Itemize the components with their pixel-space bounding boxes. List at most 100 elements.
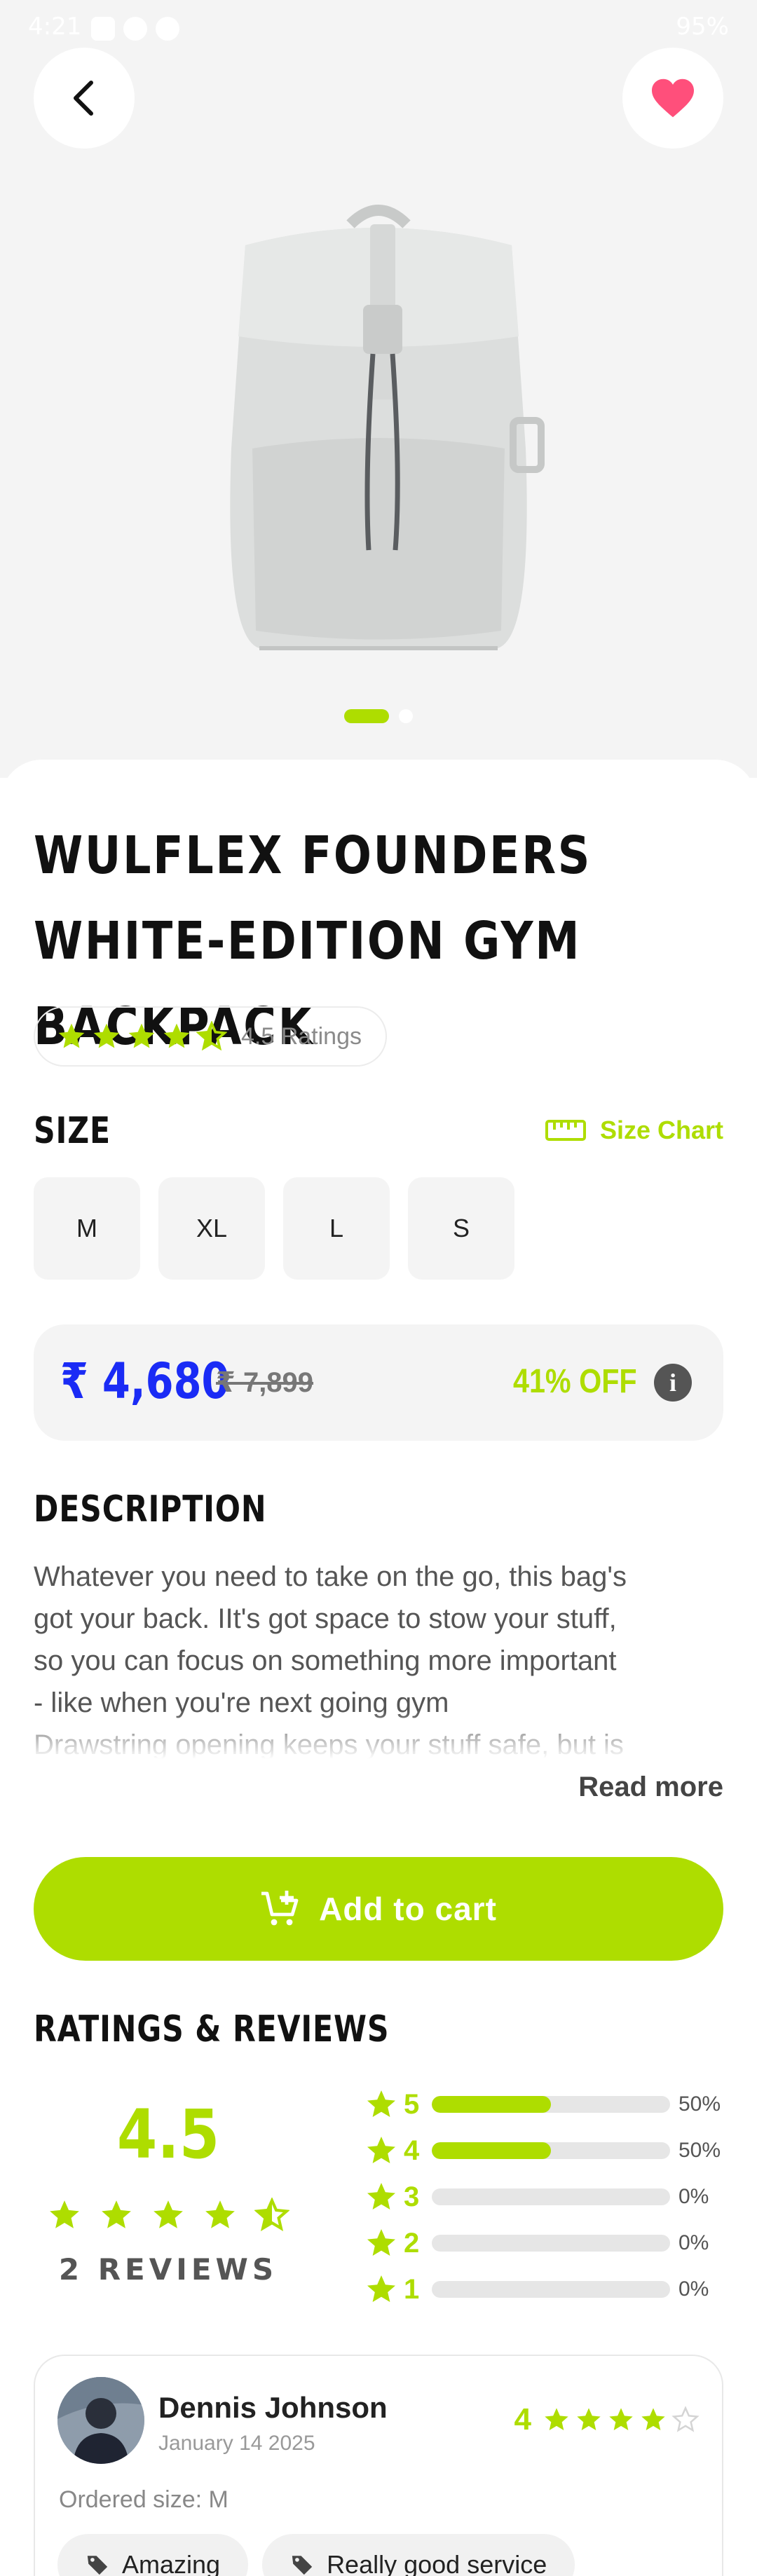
- rating-breakdown-row: 3 0%: [364, 2174, 729, 2220]
- review-score-value: 4: [514, 2402, 531, 2437]
- review-tag[interactable]: Amazing: [57, 2534, 249, 2576]
- star-icon: [93, 1023, 120, 1048]
- rating-percent: 0%: [678, 2277, 709, 2301]
- average-rating-stars: [34, 2198, 303, 2233]
- description-heading: DESCRIPTION: [34, 1488, 267, 1530]
- review-card[interactable]: Dennis Johnson January 14 2025 4 Ordered…: [34, 2355, 723, 2576]
- star-icon: [545, 2408, 568, 2430]
- ordered-size: Ordered size: M: [59, 2486, 229, 2513]
- review-tags: Amazing Really good service: [57, 2534, 575, 2576]
- star-icon: [641, 2408, 665, 2430]
- star-level: 5: [404, 2088, 420, 2120]
- rating-bar-fill: [432, 2096, 551, 2113]
- star-level: 4: [404, 2135, 420, 2166]
- star-icon: [577, 2408, 601, 2430]
- app-notification-icon: [156, 17, 179, 41]
- ruler-icon: [545, 1120, 586, 1141]
- tag-icon: [87, 2556, 108, 2575]
- size-options: M XL L S: [34, 1177, 514, 1280]
- favorite-button[interactable]: [622, 48, 723, 149]
- average-rating-block: 4.5 2 REVIEWS: [34, 2095, 303, 2287]
- app-notification-icon: [123, 17, 147, 41]
- rating-bar-track: [432, 2096, 670, 2113]
- review-tag[interactable]: Really good service: [262, 2534, 575, 2576]
- add-to-cart-label: Add to cart: [319, 1891, 497, 1927]
- add-to-cart-button[interactable]: Add to cart: [34, 1857, 723, 1961]
- info-icon[interactable]: i: [654, 1364, 692, 1402]
- star-icon: [367, 2183, 395, 2210]
- back-button[interactable]: [34, 48, 135, 149]
- heart-icon: [652, 78, 694, 118]
- size-chart-link[interactable]: Size Chart: [545, 1116, 723, 1145]
- size-chart-label: Size Chart: [599, 1116, 723, 1144]
- rating-bar-track: [432, 2235, 670, 2252]
- avatar-image: [57, 2377, 144, 2464]
- rating-percent: 50%: [678, 2139, 721, 2162]
- review-tag-label: Amazing: [122, 2550, 221, 2576]
- review-score: 4: [514, 2402, 700, 2437]
- product-image[interactable]: [189, 182, 568, 673]
- empty-star-icon: [671, 2406, 700, 2432]
- size-heading: SIZE: [34, 1110, 111, 1152]
- size-option-s[interactable]: S: [408, 1177, 514, 1280]
- read-more-link[interactable]: Read more: [578, 1772, 723, 1803]
- carousel-dot[interactable]: [399, 709, 413, 723]
- description-fade: [34, 1710, 650, 1759]
- rating-bar-track: [432, 2142, 670, 2159]
- carousel-dot-active[interactable]: [344, 709, 389, 723]
- description-body: Whatever you need to take on the go, thi…: [34, 1556, 650, 1759]
- rating-bar-fill: [432, 2142, 551, 2159]
- rating-breakdown-row: 4 50%: [364, 2128, 729, 2174]
- size-option-m[interactable]: M: [34, 1177, 140, 1280]
- rating-percent: 50%: [678, 2092, 721, 2116]
- status-bar: 4:21 95%: [0, 0, 757, 56]
- rating-stars: [56, 1021, 227, 1052]
- star-icon: [367, 2090, 395, 2117]
- product-hero: 4:21 95%: [0, 0, 757, 778]
- reviewer-name: Dennis Johnson: [158, 2391, 388, 2424]
- average-rating-value: 4.5: [116, 2095, 220, 2174]
- size-option-xl[interactable]: XL: [158, 1177, 265, 1280]
- review-count: 2 REVIEWS: [58, 2252, 278, 2287]
- current-price: ₹ 4,680: [60, 1352, 230, 1410]
- half-star-icon: [254, 2198, 289, 2232]
- status-time: 4:21: [28, 13, 82, 41]
- rating-bar-track: [432, 2281, 670, 2298]
- discount-badge: 41% OFF: [513, 1363, 637, 1400]
- ratings-reviews-heading: RATINGS & REVIEWS: [34, 2008, 390, 2050]
- size-option-l[interactable]: L: [283, 1177, 390, 1280]
- avatar[interactable]: [57, 2377, 144, 2464]
- rating-breakdown-row: 1 0%: [364, 2266, 729, 2313]
- rating-breakdown: 5 50% 4 50% 3 0% 2 0% 1 0%: [364, 2081, 729, 2313]
- review-date: January 14 2025: [158, 2432, 315, 2455]
- star-icon: [367, 2229, 395, 2256]
- star-icon: [163, 1023, 190, 1048]
- star-icon: [128, 1023, 155, 1048]
- star-icon: [367, 2137, 395, 2163]
- star-icon: [205, 2200, 235, 2228]
- rating-percent: 0%: [678, 2185, 709, 2208]
- star-icon: [50, 2200, 79, 2228]
- rating-breakdown-row: 5 50%: [364, 2081, 729, 2128]
- star-icon: [102, 2200, 131, 2228]
- rating-summary-pill[interactable]: 4.5 Ratings: [34, 1006, 387, 1067]
- rating-breakdown-row: 2 0%: [364, 2220, 729, 2266]
- back-arrow-icon: [74, 81, 93, 116]
- star-level: 1: [404, 2273, 420, 2305]
- tag-icon: [292, 2556, 313, 2575]
- star-level: 2: [404, 2227, 420, 2259]
- star-icon: [154, 2200, 183, 2228]
- gallery-notification-icon: [91, 17, 115, 41]
- star-icon: [609, 2408, 633, 2430]
- star-icon: [58, 1023, 85, 1048]
- cart-plus-icon: [261, 1891, 299, 1926]
- rating-percent: 0%: [678, 2231, 709, 2254]
- review-tag-label: Really good service: [327, 2550, 547, 2576]
- battery-level: 95%: [676, 13, 729, 41]
- half-star-icon: [196, 1021, 227, 1051]
- rating-bar-track: [432, 2188, 670, 2205]
- original-price: ₹ 7,899: [216, 1367, 314, 1398]
- price-card: ₹ 4,680 ₹ 7,899 41% OFF i: [34, 1324, 723, 1441]
- star-icon: [367, 2275, 395, 2302]
- image-carousel-indicator: [0, 709, 757, 723]
